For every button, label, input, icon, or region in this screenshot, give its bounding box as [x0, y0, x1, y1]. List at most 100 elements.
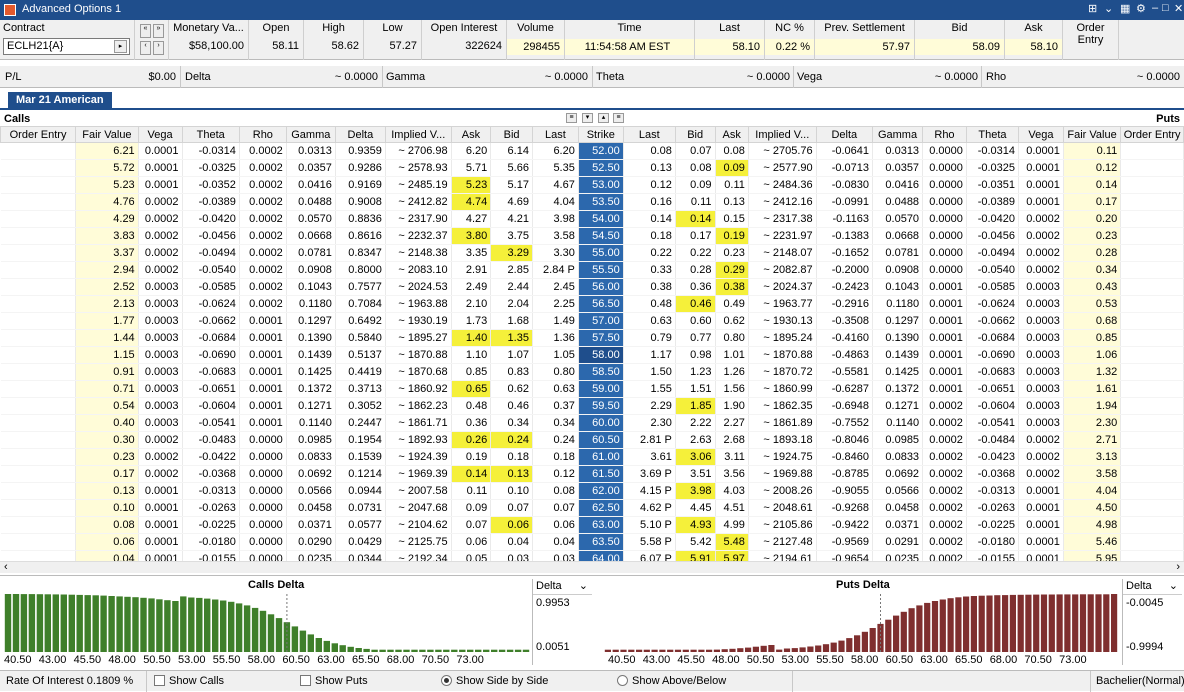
column-header[interactable]: Vega	[137, 126, 183, 143]
cell[interactable]: 0.14	[451, 465, 492, 483]
cell[interactable]: 3.80	[451, 227, 492, 245]
column-header[interactable]: Strike	[577, 126, 624, 143]
cell[interactable]: 1.90	[715, 397, 749, 415]
order-entry-cell[interactable]	[1120, 261, 1184, 279]
cell[interactable]: 2.22	[675, 414, 716, 432]
cell[interactable]: 0.98	[675, 346, 716, 364]
cell[interactable]: 0.26	[451, 431, 492, 449]
column-header[interactable]: Delta	[815, 126, 874, 143]
order-entry-cell[interactable]	[1120, 465, 1184, 483]
column-header[interactable]: Vega	[1018, 126, 1064, 143]
cell[interactable]: 1.68	[490, 312, 533, 330]
table-row[interactable]: 0.54 0.0003 -0.0604 0.0001 0.1271 0.3052 ~ 186…	[0, 397, 1184, 415]
cell[interactable]: 0.46	[675, 295, 716, 313]
cell[interactable]: 0.49	[715, 295, 749, 313]
table-row[interactable]: 2.13 0.0003 -0.0624 0.0002 0.1180 0.7084 ~ 196…	[0, 295, 1184, 313]
order-entry-cell[interactable]	[1120, 227, 1184, 245]
table-row[interactable]: 3.83 0.0002 -0.0456 0.0002 0.0668 0.8616 ~ 223…	[0, 227, 1184, 245]
order-entry-cell[interactable]	[1120, 499, 1184, 517]
cell[interactable]: 2.63	[675, 431, 716, 449]
cell[interactable]: 0.65	[451, 380, 492, 398]
order-entry-cell[interactable]	[1120, 346, 1184, 364]
close-icon[interactable]: ✕	[1174, 2, 1183, 15]
order-entry-cell[interactable]	[0, 278, 77, 296]
order-entry-cell[interactable]	[1120, 414, 1184, 432]
cell[interactable]: 0.28	[675, 261, 716, 279]
column-header[interactable]: Implied V...	[384, 126, 452, 143]
cell[interactable]: 0.22	[675, 244, 716, 262]
tab-mar-21-american[interactable]: Mar 21 American	[8, 92, 112, 110]
cell[interactable]: 6.14	[490, 142, 533, 160]
contract-input[interactable]: ECLH21{A} ▸	[3, 38, 130, 55]
order-entry-cell[interactable]	[0, 244, 77, 262]
prev-icon[interactable]: ‹	[140, 41, 151, 55]
cell[interactable]: 4.03	[715, 482, 749, 500]
cell[interactable]: 0.07	[451, 516, 492, 534]
scroll-up-icon[interactable]: ▴	[598, 113, 609, 123]
cell[interactable]: 1.40	[451, 329, 492, 347]
cell[interactable]: 0.11	[715, 176, 749, 194]
cell[interactable]: 1.51	[675, 380, 716, 398]
cell[interactable]: 3.56	[715, 465, 749, 483]
cell[interactable]: 0.07	[490, 499, 533, 517]
order-entry-cell[interactable]	[0, 380, 77, 398]
settings-icon[interactable]: ⚙	[1136, 2, 1146, 15]
radio-icon[interactable]	[617, 675, 628, 686]
order-entry-cell[interactable]	[1120, 142, 1184, 160]
column-header[interactable]: Theta	[965, 126, 1020, 143]
cell[interactable]: 0.34	[490, 414, 533, 432]
show-calls-checkbox[interactable]: Show Calls	[154, 675, 224, 687]
cell[interactable]: 2.49	[451, 278, 492, 296]
minimize-icon[interactable]: –	[1152, 2, 1158, 14]
column-header[interactable]: Order Entry	[0, 126, 77, 143]
cell[interactable]: 2.85	[490, 261, 533, 279]
order-entry-cell[interactable]	[0, 346, 77, 364]
cell[interactable]: 2.44	[490, 278, 533, 296]
scroll-left-icon[interactable]: ‹	[4, 561, 8, 573]
order-entry-cell[interactable]	[0, 516, 77, 534]
column-header[interactable]: Rho	[238, 126, 287, 143]
table-row[interactable]: 0.17 0.0002 -0.0368 0.0000 0.0692 0.1214 ~ 196…	[0, 465, 1184, 483]
order-entry-cell[interactable]	[1120, 397, 1184, 415]
cell[interactable]: 4.93	[675, 516, 716, 534]
cell[interactable]: 1.10	[451, 346, 492, 364]
order-entry-cell[interactable]	[0, 261, 77, 279]
cell[interactable]: 4.74	[451, 193, 492, 211]
show-puts-checkbox[interactable]: Show Puts	[300, 675, 368, 687]
column-header[interactable]: Ask	[450, 126, 492, 143]
table-row[interactable]: 0.71 0.0003 -0.0651 0.0001 0.1372 0.3713 ~ 186…	[0, 380, 1184, 398]
cell[interactable]: 0.19	[451, 448, 492, 466]
cell[interactable]: 4.45	[675, 499, 716, 517]
cell[interactable]: 3.06	[675, 448, 716, 466]
cell[interactable]: 2.10	[451, 295, 492, 313]
order-entry-cell[interactable]	[0, 312, 77, 330]
table-row[interactable]: 2.94 0.0002 -0.0540 0.0002 0.0908 0.8000 ~ 208…	[0, 261, 1184, 279]
order-entry-cell[interactable]	[1120, 210, 1184, 228]
cell[interactable]: 5.71	[451, 159, 492, 177]
cell[interactable]: 3.11	[715, 448, 749, 466]
order-entry-cell[interactable]	[1120, 482, 1184, 500]
cell[interactable]: 1.01	[715, 346, 749, 364]
cell[interactable]: 0.46	[490, 397, 533, 415]
chevron-down-icon[interactable]: ⌄	[1169, 579, 1178, 594]
cell[interactable]: 0.06	[490, 516, 533, 534]
order-entry-cell[interactable]	[1120, 312, 1184, 330]
cell[interactable]: 0.09	[451, 499, 492, 517]
side-by-side-radio[interactable]: Show Side by Side	[441, 675, 548, 687]
calls-metric-dropdown[interactable]: Delta ⌄	[533, 579, 592, 595]
puts-metric-dropdown[interactable]: Delta ⌄	[1123, 579, 1182, 595]
table-row[interactable]: 5.72 0.0001 -0.0325 0.0002 0.0357 0.9286 ~ 257…	[0, 159, 1184, 177]
cell[interactable]: 3.75	[490, 227, 533, 245]
cell[interactable]: 0.10	[490, 482, 533, 500]
cell[interactable]: 0.11	[675, 193, 716, 211]
table-row[interactable]: 0.13 0.0001 -0.0313 0.0000 0.0566 0.0944 ~ 200…	[0, 482, 1184, 500]
order-entry-cell[interactable]	[1120, 363, 1184, 381]
column-header[interactable]: Delta	[334, 126, 386, 143]
order-entry-cell[interactable]	[1120, 448, 1184, 466]
radio-selected-icon[interactable]	[441, 675, 452, 686]
cell[interactable]: 0.38	[715, 278, 749, 296]
cell[interactable]: 5.23	[451, 176, 492, 194]
cell[interactable]: 0.06	[451, 533, 492, 551]
cell[interactable]: 0.08	[715, 142, 749, 160]
order-entry-cell[interactable]	[1120, 176, 1184, 194]
